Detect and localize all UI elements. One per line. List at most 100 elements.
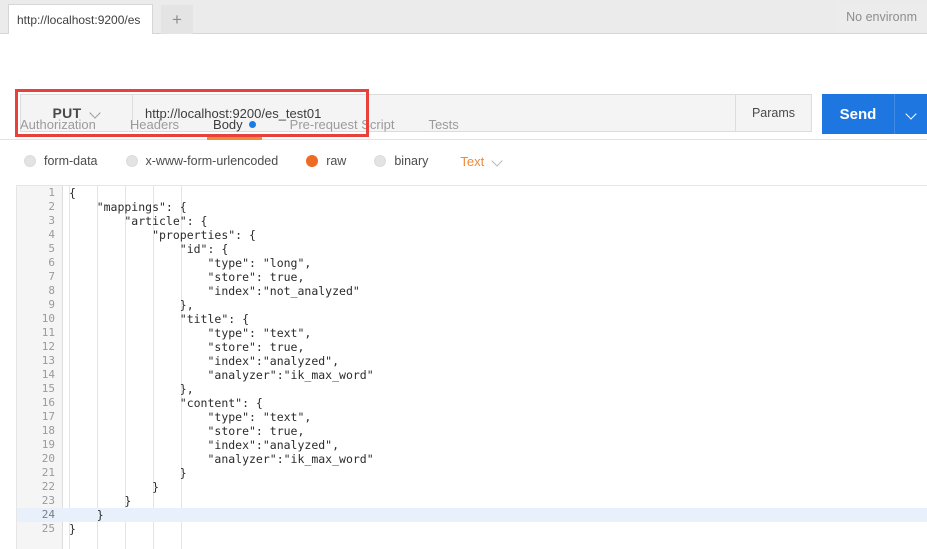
editor-line[interactable]: 23 } [42,494,927,508]
editor-line-number: 7 [48,270,55,283]
request-body-editor[interactable]: 1{2 "mappings": {3 "article": {4 "proper… [16,185,927,549]
editor-line-number: 11 [41,326,55,339]
tab-headers-label: Headers [129,116,180,132]
editor-line-number: 24 [41,508,55,521]
editor-line[interactable]: 12 "store": true, [42,340,927,354]
editor-line-number: 18 [41,424,55,437]
editor-line-text: "mappings": { [69,200,187,214]
editor-line[interactable]: 22 } [42,480,927,494]
tab-body[interactable]: Body [207,108,262,140]
body-format-selector[interactable]: Text [460,154,502,169]
body-type-raw-label: raw [326,154,347,168]
tab-tests[interactable]: Tests [428,108,458,140]
editor-line[interactable]: 3 "article": { [48,214,927,228]
editor-line[interactable]: 6 "type": "long", [48,256,927,270]
editor-line-text: "title": { [69,312,250,326]
editor-line-number: 21 [41,466,55,479]
tab-headers[interactable]: Headers [130,108,179,140]
editor-line-text: } [69,508,104,522]
editor-line-text: "properties": { [69,228,256,242]
editor-line[interactable]: 1{ [48,186,927,200]
editor-line-number: 14 [41,368,55,381]
body-type-raw[interactable]: raw [306,154,346,168]
editor-line[interactable]: 7 "store": true, [48,270,927,284]
request-url-bar: PUT http://localhost:9200/es_test01 Para… [0,34,927,137]
editor-line[interactable]: 21 } [42,466,927,480]
editor-line[interactable]: 19 "index":"analyzed", [42,438,927,452]
editor-line-number: 20 [41,452,55,465]
editor-line-number: 1 [48,186,55,199]
editor-line-text: }, [69,298,194,312]
editor-line-text: }, [69,382,194,396]
editor-line[interactable]: 2 "mappings": { [48,200,927,214]
editor-lines: 1{2 "mappings": {3 "article": {4 "proper… [17,186,927,536]
editor-line-number: 2 [48,200,55,213]
editor-line-text: "analyzer":"ik_max_word" [69,452,374,466]
editor-line-number: 19 [41,438,55,451]
body-type-form-data-label: form-data [44,154,98,168]
editor-line-text: "store": true, [69,270,305,284]
editor-line-text: "type": "text", [69,326,312,340]
body-type-binary-label: binary [394,154,429,168]
editor-line[interactable]: 16 "content": { [42,396,927,410]
tab-pre-request-script[interactable]: Pre-request Script [290,108,395,140]
body-type-urlencoded[interactable]: x-www-form-urlencoded [125,154,279,168]
editor-line[interactable]: 14 "analyzer":"ik_max_word" [42,368,927,382]
editor-line[interactable]: 13 "index":"analyzed", [42,354,927,368]
radio-icon [374,155,387,167]
editor-code-area[interactable]: 1{2 "mappings": {3 "article": {4 "proper… [17,186,927,549]
editor-line-text: "store": true, [69,340,305,354]
editor-line-number: 10 [41,312,55,325]
editor-line[interactable]: 11 "type": "text", [42,326,927,340]
editor-line[interactable]: 18 "store": true, [42,424,927,438]
radio-icon [125,155,138,167]
request-tab[interactable]: http://localhost:9200/es [8,4,153,35]
chevron-down-icon [493,157,502,166]
editor-line-text: { [69,186,76,200]
editor-line[interactable]: 24 } [17,508,927,522]
editor-line[interactable]: 9 }, [48,298,927,312]
tab-tests-label: Tests [428,116,459,132]
editor-line-text: "id": { [69,242,229,256]
body-type-urlencoded-label: x-www-form-urlencoded [145,154,279,168]
editor-line[interactable]: 25} [42,522,927,536]
request-section-tabs: Authorization Headers Body Pre-request S… [0,108,927,140]
body-type-binary[interactable]: binary [374,154,428,168]
editor-line-text: "index":"analyzed", [69,438,340,452]
editor-line[interactable]: 17 "type": "text", [42,410,927,424]
editor-line-text: } [69,522,76,536]
body-type-options: form-data x-www-form-urlencoded raw bina… [0,140,927,182]
editor-line-number: 25 [41,522,55,535]
editor-line-number: 6 [48,256,55,269]
request-tab-label: http://localhost:9200/es [17,12,141,27]
editor-line-number: 4 [48,228,55,241]
tab-authorization-label: Authorization [20,116,96,132]
environment-label: No environm [846,10,917,24]
editor-line-text: "article": { [69,214,208,228]
editor-line-text: "type": "text", [69,410,312,424]
editor-line-number: 15 [41,382,55,395]
editor-line[interactable]: 5 "id": { [48,242,927,256]
editor-line-text: "store": true, [69,424,305,438]
plus-icon[interactable]: + [161,5,193,34]
editor-line[interactable]: 10 "title": { [42,312,927,326]
editor-line-number: 17 [41,410,55,423]
editor-line[interactable]: 15 }, [42,382,927,396]
tab-authorization[interactable]: Authorization [20,108,96,140]
editor-line-text: } [69,480,160,494]
editor-line-text: } [69,494,132,508]
environment-selector[interactable]: No environm [836,3,927,31]
radio-icon [24,155,36,167]
body-format-label: Text [460,153,485,169]
editor-line-number: 16 [41,396,55,409]
editor-line-number: 23 [41,494,55,507]
editor-line-number: 8 [48,284,55,297]
editor-line-text: "content": { [69,396,263,410]
editor-line[interactable]: 8 "index":"not_analyzed" [48,284,927,298]
body-type-form-data[interactable]: form-data [24,154,98,168]
editor-line[interactable]: 4 "properties": { [48,228,927,242]
editor-line-number: 13 [41,354,55,367]
editor-line-number: 9 [48,298,55,311]
editor-line-text: "analyzer":"ik_max_word" [69,368,374,382]
editor-line[interactable]: 20 "analyzer":"ik_max_word" [42,452,927,466]
